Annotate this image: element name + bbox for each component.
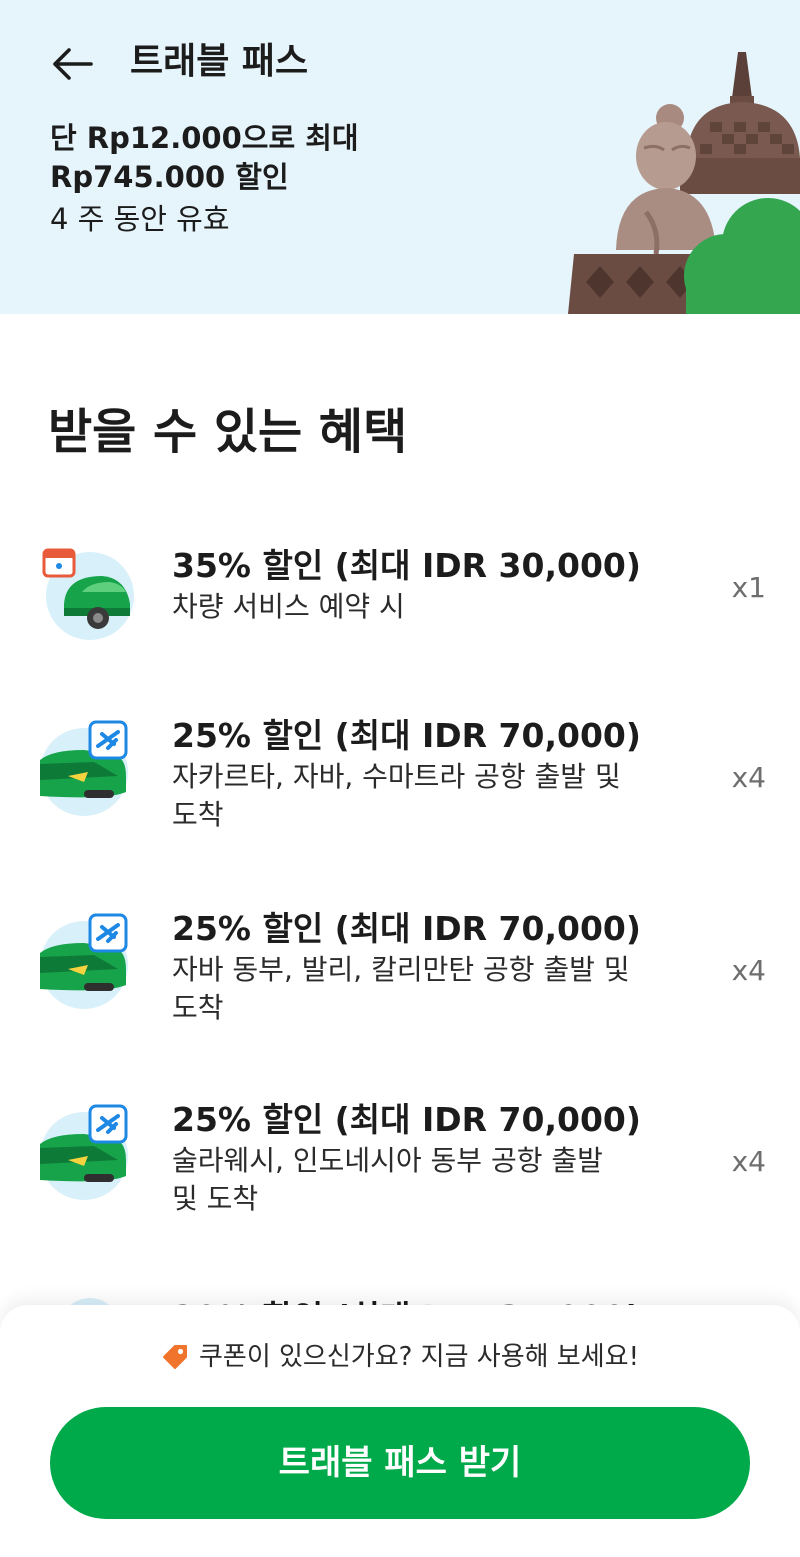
benefit-description: 자바 동부, 발리, 칼리만탄 공항 출발 및 도착 [172,953,630,1024]
benefit-quantity: x4 [731,761,766,794]
bottom-action-sheet: 쿠폰이 있으신가요? 지금 사용해 보세요! 트래블 패스 받기 [0,1305,800,1557]
scheduled-car-icon [42,548,134,640]
airport-car-icon [40,913,128,1009]
benefit-item: 25% 할인 (최대 IDR 70,000) 술라웨시, 인도네시아 동부 공항… [0,1098,800,1228]
benefit-description: 차량 서비스 예약 시 [172,590,405,623]
benefit-title: 25% 할인 (최대 IDR 70,000) [172,1100,641,1139]
benefit-title: 25% 할인 (최대 IDR 70,000) [172,909,641,948]
airport-car-icon [40,1104,128,1200]
arrow-left-icon [53,48,93,80]
temple-illustration [568,52,800,314]
benefit-description: 술라웨시, 인도네시아 동부 공항 출발 및 도착 [172,1144,603,1215]
benefit-quantity: x4 [731,954,766,987]
benefits-title: 받을 수 있는 혜택 [48,404,408,460]
benefit-title: 25% 할인 (최대 IDR 70,000) [172,716,641,755]
benefit-title: 35% 할인 (최대 IDR 30,000) [172,546,641,585]
tag-icon [162,1345,187,1369]
coupon-link[interactable]: 쿠폰이 있으신가요? 지금 사용해 보세요! [0,1337,800,1377]
page-title: 트래블 패스 [130,41,309,82]
benefit-item: 25% 할인 (최대 IDR 70,000) 자카르타, 자바, 수마트라 공항… [0,714,800,844]
benefit-description: 자카르타, 자바, 수마트라 공항 출발 및 도착 [172,760,621,831]
hero-validity: 4 주 동안 유효 [50,202,230,236]
benefit-item: 35% 할인 (최대 IDR 30,000) 차량 서비스 예약 시 x1 [0,544,800,654]
benefit-quantity: x1 [731,571,766,604]
get-travel-pass-label: 트래블 패스 받기 [278,1443,522,1483]
hero-banner: 트래블 패스 단 Rp12.000으로 최대 Rp745.000 할인 4 주 … [0,0,800,314]
back-button[interactable] [44,40,100,88]
coupon-text: 쿠폰이 있으신가요? 지금 사용해 보세요! [198,1342,639,1372]
airport-car-icon [40,720,128,816]
benefit-item: 25% 할인 (최대 IDR 70,000) 자바 동부, 발리, 칼리만탄 공… [0,907,800,1037]
hero-discount: Rp745.000 할인 [50,160,289,194]
benefit-quantity: x4 [731,1145,766,1178]
hero-headline: 단 Rp12.000으로 최대 [50,121,359,155]
get-travel-pass-button[interactable]: 트래블 패스 받기 [50,1407,750,1519]
